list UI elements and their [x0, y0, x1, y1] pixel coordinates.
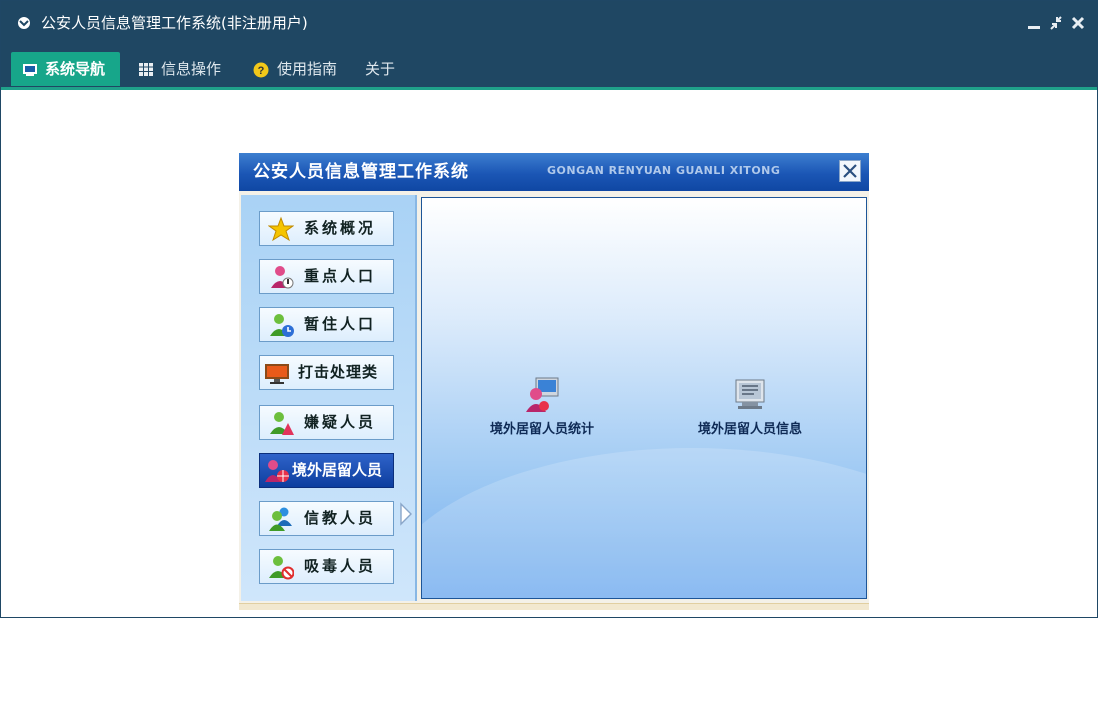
- title-bar: 公安人员信息管理工作系统(非注册用户): [1, 1, 1097, 45]
- nav-item-suspects[interactable]: 嫌疑人员: [259, 405, 394, 440]
- star-icon: [268, 216, 294, 242]
- person-clock-icon: [270, 314, 294, 337]
- menu-item-label: 信息操作: [161, 60, 222, 78]
- person-warning-icon: [270, 412, 294, 435]
- inner-header: 公安人员信息管理工作系统 GONGAN RENYUAN GUANLI XITON…: [239, 153, 869, 191]
- nav-item-label: 信教人员: [304, 509, 377, 527]
- person-globe-icon: [265, 460, 289, 482]
- grid-icon: [139, 63, 153, 76]
- nav-item-label: 吸毒人员: [304, 557, 377, 575]
- menu-item-label: 系统导航: [45, 60, 106, 78]
- menu-bar: 系统导航 信息操作 ? 使用指南 关于: [1, 45, 1097, 90]
- nav-item-label: 打击处理类: [298, 363, 379, 381]
- menu-item-guide[interactable]: ? 使用指南: [253, 52, 337, 86]
- person-alert-icon: [271, 266, 294, 289]
- svg-text:?: ?: [258, 65, 265, 77]
- menu-item-system-nav[interactable]: 系统导航: [11, 52, 120, 86]
- close-icon[interactable]: [1071, 15, 1085, 31]
- people-chart-icon: [526, 377, 559, 412]
- menu-item-info-ops[interactable]: 信息操作: [139, 52, 221, 86]
- nav-item-temporary-residents[interactable]: 暂住人口: [259, 307, 394, 342]
- inner-app-window: 公安人员信息管理工作系统 GONGAN RENYUAN GUANLI XITON…: [239, 153, 869, 610]
- window-title: 公安人员信息管理工作系统(非注册用户): [41, 14, 308, 32]
- nav-item-system-overview[interactable]: 系统概况: [259, 211, 394, 246]
- chevron-right-icon: [400, 502, 412, 526]
- menu-item-label: 关于: [365, 60, 396, 78]
- document-icon: [735, 379, 765, 409]
- inner-subtitle: GONGAN RENYUAN GUANLI XITONG: [547, 164, 781, 177]
- feature-overseas-info[interactable]: 境外居留人员信息: [690, 374, 810, 437]
- feature-label: 境外居留人员信息: [697, 422, 802, 437]
- menu-item-about[interactable]: 关于: [365, 52, 395, 86]
- monitor-icon: [265, 364, 289, 384]
- person-ban-icon: [269, 556, 294, 580]
- nav-item-crackdown[interactable]: 打击处理类: [259, 355, 394, 390]
- nav-item-label: 境外居留人员: [292, 461, 383, 479]
- nav-item-religious[interactable]: 信教人员: [259, 501, 394, 536]
- sidebar: 系统概况 重点人口 暂住人口 打击处理类 嫌疑人员 境外居留人员 信教人员 吸毒…: [241, 195, 417, 601]
- background-wave: [422, 448, 866, 598]
- close-icon[interactable]: [839, 160, 861, 182]
- feature-overseas-stats[interactable]: 境外居留人员统计: [482, 374, 602, 437]
- restore-icon[interactable]: [1049, 15, 1063, 31]
- status-strip: [239, 603, 869, 610]
- nav-item-drug-users[interactable]: 吸毒人员: [259, 549, 394, 584]
- feature-label: 境外居留人员统计: [489, 422, 594, 437]
- nav-item-label: 暂住人口: [304, 315, 377, 333]
- nav-item-label: 重点人口: [304, 267, 377, 285]
- nav-item-label: 系统概况: [304, 219, 377, 237]
- people-icon: [269, 507, 292, 531]
- monitor-icon: [23, 63, 37, 76]
- nav-item-overseas-residents[interactable]: 境外居留人员: [259, 453, 394, 488]
- app-logo-icon: [18, 17, 30, 29]
- content-panel: 境外居留人员统计 境外居留人员信息: [421, 197, 867, 599]
- inner-title: 公安人员信息管理工作系统: [253, 162, 469, 182]
- nav-item-key-population[interactable]: 重点人口: [259, 259, 394, 294]
- menu-item-label: 使用指南: [277, 60, 338, 78]
- minimize-icon[interactable]: [1027, 15, 1041, 31]
- nav-item-label: 嫌疑人员: [304, 413, 377, 431]
- help-icon: ?: [253, 62, 269, 77]
